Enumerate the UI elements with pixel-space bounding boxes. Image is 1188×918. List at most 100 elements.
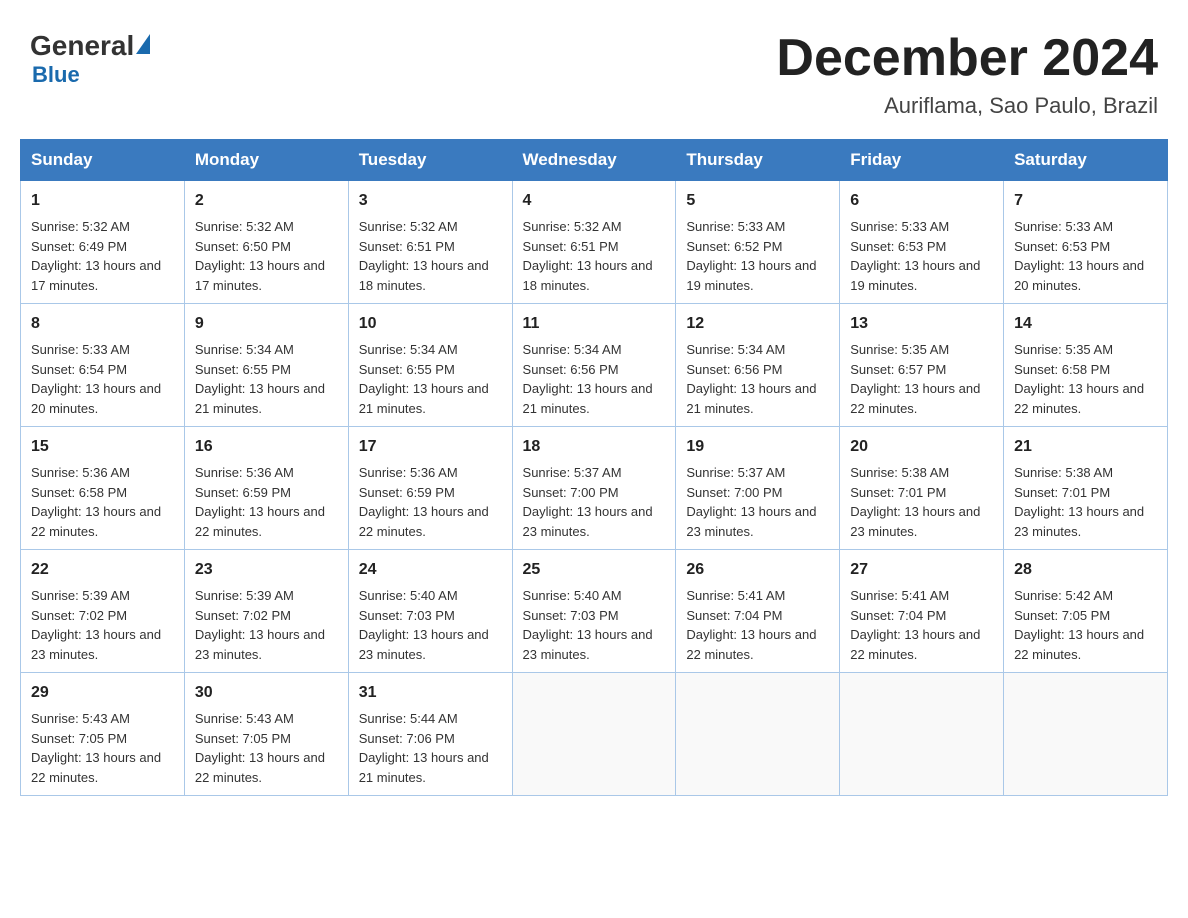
logo-general-text: General	[30, 30, 134, 62]
daylight-text: Daylight: 13 hours and 23 minutes.	[523, 502, 666, 541]
calendar-day-cell: 6Sunrise: 5:33 AMSunset: 6:53 PMDaylight…	[840, 181, 1004, 304]
sunset-text: Sunset: 6:59 PM	[195, 483, 338, 503]
day-number: 7	[1014, 189, 1157, 213]
calendar-day-cell: 16Sunrise: 5:36 AMSunset: 6:59 PMDayligh…	[184, 427, 348, 550]
sunrise-text: Sunrise: 5:36 AM	[195, 463, 338, 483]
sunrise-text: Sunrise: 5:41 AM	[850, 586, 993, 606]
sunrise-text: Sunrise: 5:43 AM	[195, 709, 338, 729]
calendar-day-cell: 23Sunrise: 5:39 AMSunset: 7:02 PMDayligh…	[184, 550, 348, 673]
daylight-text: Daylight: 13 hours and 17 minutes.	[31, 256, 174, 295]
sunset-text: Sunset: 7:02 PM	[31, 606, 174, 626]
sunrise-text: Sunrise: 5:44 AM	[359, 709, 502, 729]
daylight-text: Daylight: 13 hours and 18 minutes.	[359, 256, 502, 295]
day-number: 30	[195, 681, 338, 705]
sunrise-text: Sunrise: 5:38 AM	[850, 463, 993, 483]
day-number: 5	[686, 189, 829, 213]
calendar-day-cell: 28Sunrise: 5:42 AMSunset: 7:05 PMDayligh…	[1004, 550, 1168, 673]
sunset-text: Sunset: 6:51 PM	[359, 237, 502, 257]
sunrise-text: Sunrise: 5:34 AM	[195, 340, 338, 360]
calendar-weekday-tuesday: Tuesday	[348, 140, 512, 181]
daylight-text: Daylight: 13 hours and 23 minutes.	[850, 502, 993, 541]
daylight-text: Daylight: 13 hours and 23 minutes.	[31, 625, 174, 664]
daylight-text: Daylight: 13 hours and 21 minutes.	[359, 379, 502, 418]
day-number: 21	[1014, 435, 1157, 459]
sunrise-text: Sunrise: 5:32 AM	[31, 217, 174, 237]
sunrise-text: Sunrise: 5:35 AM	[850, 340, 993, 360]
sunset-text: Sunset: 6:55 PM	[359, 360, 502, 380]
sunrise-text: Sunrise: 5:37 AM	[523, 463, 666, 483]
calendar-week-row: 15Sunrise: 5:36 AMSunset: 6:58 PMDayligh…	[21, 427, 1168, 550]
day-number: 8	[31, 312, 174, 336]
day-number: 19	[686, 435, 829, 459]
calendar-day-cell: 20Sunrise: 5:38 AMSunset: 7:01 PMDayligh…	[840, 427, 1004, 550]
calendar-day-cell: 8Sunrise: 5:33 AMSunset: 6:54 PMDaylight…	[21, 304, 185, 427]
sunrise-text: Sunrise: 5:34 AM	[523, 340, 666, 360]
calendar-day-cell	[676, 673, 840, 796]
day-number: 2	[195, 189, 338, 213]
daylight-text: Daylight: 13 hours and 19 minutes.	[850, 256, 993, 295]
daylight-text: Daylight: 13 hours and 22 minutes.	[850, 379, 993, 418]
day-number: 31	[359, 681, 502, 705]
sunset-text: Sunset: 7:02 PM	[195, 606, 338, 626]
calendar-week-row: 22Sunrise: 5:39 AMSunset: 7:02 PMDayligh…	[21, 550, 1168, 673]
sunset-text: Sunset: 6:51 PM	[523, 237, 666, 257]
sunrise-text: Sunrise: 5:38 AM	[1014, 463, 1157, 483]
calendar-weekday-friday: Friday	[840, 140, 1004, 181]
sunrise-text: Sunrise: 5:34 AM	[686, 340, 829, 360]
day-number: 15	[31, 435, 174, 459]
sunrise-text: Sunrise: 5:41 AM	[686, 586, 829, 606]
sunset-text: Sunset: 6:58 PM	[1014, 360, 1157, 380]
sunrise-text: Sunrise: 5:33 AM	[686, 217, 829, 237]
daylight-text: Daylight: 13 hours and 22 minutes.	[359, 502, 502, 541]
calendar-day-cell: 30Sunrise: 5:43 AMSunset: 7:05 PMDayligh…	[184, 673, 348, 796]
sunrise-text: Sunrise: 5:33 AM	[850, 217, 993, 237]
sunrise-text: Sunrise: 5:33 AM	[1014, 217, 1157, 237]
day-number: 17	[359, 435, 502, 459]
calendar-day-cell	[512, 673, 676, 796]
calendar-day-cell: 1Sunrise: 5:32 AMSunset: 6:49 PMDaylight…	[21, 181, 185, 304]
sunset-text: Sunset: 7:05 PM	[31, 729, 174, 749]
day-number: 11	[523, 312, 666, 336]
day-number: 14	[1014, 312, 1157, 336]
calendar-week-row: 8Sunrise: 5:33 AMSunset: 6:54 PMDaylight…	[21, 304, 1168, 427]
sunrise-text: Sunrise: 5:43 AM	[31, 709, 174, 729]
day-number: 25	[523, 558, 666, 582]
logo-triangle-icon	[136, 34, 150, 54]
title-block: December 2024 Auriflama, Sao Paulo, Braz…	[776, 30, 1158, 119]
sunrise-text: Sunrise: 5:32 AM	[523, 217, 666, 237]
calendar-weekday-thursday: Thursday	[676, 140, 840, 181]
daylight-text: Daylight: 13 hours and 18 minutes.	[523, 256, 666, 295]
calendar-weekday-sunday: Sunday	[21, 140, 185, 181]
sunset-text: Sunset: 6:56 PM	[686, 360, 829, 380]
sunrise-text: Sunrise: 5:42 AM	[1014, 586, 1157, 606]
day-number: 24	[359, 558, 502, 582]
daylight-text: Daylight: 13 hours and 22 minutes.	[1014, 625, 1157, 664]
sunset-text: Sunset: 6:55 PM	[195, 360, 338, 380]
sunset-text: Sunset: 7:03 PM	[523, 606, 666, 626]
day-number: 1	[31, 189, 174, 213]
calendar-table: SundayMondayTuesdayWednesdayThursdayFrid…	[20, 139, 1168, 796]
day-number: 27	[850, 558, 993, 582]
day-number: 20	[850, 435, 993, 459]
daylight-text: Daylight: 13 hours and 22 minutes.	[850, 625, 993, 664]
sunrise-text: Sunrise: 5:32 AM	[359, 217, 502, 237]
calendar-day-cell: 9Sunrise: 5:34 AMSunset: 6:55 PMDaylight…	[184, 304, 348, 427]
day-number: 3	[359, 189, 502, 213]
sunrise-text: Sunrise: 5:40 AM	[359, 586, 502, 606]
calendar-day-cell: 4Sunrise: 5:32 AMSunset: 6:51 PMDaylight…	[512, 181, 676, 304]
day-number: 29	[31, 681, 174, 705]
calendar-day-cell: 31Sunrise: 5:44 AMSunset: 7:06 PMDayligh…	[348, 673, 512, 796]
daylight-text: Daylight: 13 hours and 19 minutes.	[686, 256, 829, 295]
calendar-day-cell: 14Sunrise: 5:35 AMSunset: 6:58 PMDayligh…	[1004, 304, 1168, 427]
sunset-text: Sunset: 7:01 PM	[1014, 483, 1157, 503]
calendar-day-cell: 12Sunrise: 5:34 AMSunset: 6:56 PMDayligh…	[676, 304, 840, 427]
day-number: 22	[31, 558, 174, 582]
daylight-text: Daylight: 13 hours and 23 minutes.	[195, 625, 338, 664]
calendar-day-cell: 7Sunrise: 5:33 AMSunset: 6:53 PMDaylight…	[1004, 181, 1168, 304]
sunset-text: Sunset: 7:04 PM	[686, 606, 829, 626]
sunset-text: Sunset: 7:05 PM	[1014, 606, 1157, 626]
calendar-week-row: 1Sunrise: 5:32 AMSunset: 6:49 PMDaylight…	[21, 181, 1168, 304]
calendar-day-cell: 2Sunrise: 5:32 AMSunset: 6:50 PMDaylight…	[184, 181, 348, 304]
sunset-text: Sunset: 7:00 PM	[523, 483, 666, 503]
calendar-day-cell: 19Sunrise: 5:37 AMSunset: 7:00 PMDayligh…	[676, 427, 840, 550]
